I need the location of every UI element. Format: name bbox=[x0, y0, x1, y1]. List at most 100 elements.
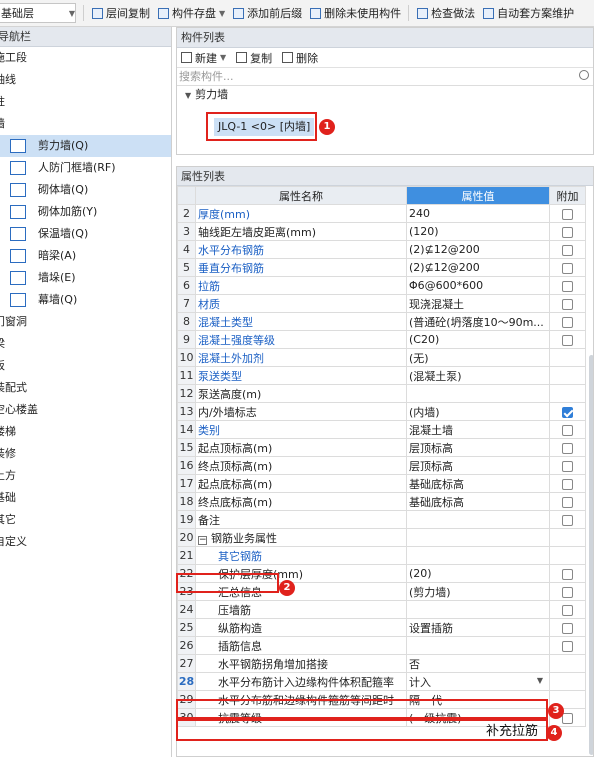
nav-item[interactable]: 其它 bbox=[0, 509, 171, 531]
property-name[interactable]: 垂直分布钢筋 bbox=[195, 258, 407, 277]
property-value[interactable] bbox=[406, 510, 550, 529]
auto-scheme-button[interactable]: 自动套方案维护 bbox=[483, 5, 574, 21]
property-value[interactable]: 现浇混凝土 bbox=[406, 294, 550, 313]
property-value[interactable]: 设置插筋 bbox=[406, 618, 550, 637]
nav-item[interactable]: 保温墙(Q) bbox=[0, 223, 171, 245]
property-value[interactable]: (混凝土泵) bbox=[406, 366, 550, 385]
floor-select[interactable]: 基础层 ▼ bbox=[0, 3, 76, 23]
extra-checkbox[interactable] bbox=[562, 478, 573, 490]
nav-item[interactable]: 人防门框墙(RF) bbox=[0, 157, 171, 179]
check-method-button[interactable]: 检查做法 bbox=[417, 5, 475, 21]
nav-item[interactable]: 空心楼盖 bbox=[0, 399, 171, 421]
extra-checkbox[interactable] bbox=[562, 442, 573, 454]
nav-item[interactable]: 柱 bbox=[0, 91, 171, 113]
property-value[interactable]: (120) bbox=[406, 222, 550, 241]
property-name[interactable]: 泵送类型 bbox=[195, 366, 407, 385]
nav-item[interactable]: 剪力墙(Q) bbox=[0, 135, 171, 157]
property-row[interactable]: 16 终点顶标高(m) 层顶标高 bbox=[177, 456, 586, 475]
property-value[interactable]: 基础底标高 bbox=[406, 474, 550, 493]
extra-checkbox[interactable] bbox=[562, 244, 573, 256]
delete-component-button[interactable]: 删除 bbox=[282, 50, 318, 66]
extra-checkbox[interactable] bbox=[562, 640, 573, 652]
new-component-button[interactable]: 新建 ▼ bbox=[181, 50, 226, 66]
property-name[interactable]: 混凝土类型 bbox=[195, 312, 407, 331]
extra-checkbox[interactable] bbox=[562, 424, 573, 436]
property-row[interactable]: 6 拉筋 Φ6@600*600 bbox=[177, 276, 586, 295]
nav-item[interactable]: 楼梯 bbox=[0, 421, 171, 443]
property-value[interactable]: 基础底标高 bbox=[406, 492, 550, 511]
nav-item[interactable]: 施工段 bbox=[0, 47, 171, 69]
nav-item[interactable]: 暗梁(A) bbox=[0, 245, 171, 267]
extra-checkbox[interactable] bbox=[562, 298, 573, 310]
extra-checkbox[interactable] bbox=[562, 604, 573, 616]
property-row[interactable]: 25 纵筋构造 设置插筋 bbox=[177, 618, 586, 637]
copy-between-floors-button[interactable]: 层间复制 bbox=[92, 5, 150, 21]
property-value[interactable]: (剪力墙) bbox=[406, 582, 550, 601]
property-value[interactable]: (内墙) bbox=[406, 402, 550, 421]
property-value[interactable]: (2)⊈12@200 bbox=[406, 258, 550, 277]
extra-checkbox[interactable] bbox=[562, 334, 573, 346]
property-row[interactable]: 4 水平分布钢筋 (2)⊈12@200 bbox=[177, 240, 586, 259]
property-value[interactable] bbox=[406, 528, 550, 547]
extra-checkbox[interactable] bbox=[562, 406, 573, 418]
extra-checkbox[interactable] bbox=[562, 280, 573, 292]
nav-item[interactable]: 砌体墙(Q) bbox=[0, 179, 171, 201]
property-value[interactable]: (20) bbox=[406, 564, 550, 583]
nav-item[interactable]: 装修 bbox=[0, 443, 171, 465]
extra-checkbox[interactable] bbox=[562, 262, 573, 274]
property-name[interactable]: 拉筋 bbox=[195, 276, 407, 295]
property-value[interactable] bbox=[406, 600, 550, 619]
property-value[interactable]: (无) bbox=[406, 348, 550, 367]
property-row[interactable]: 10 混凝土外加剂 (无) bbox=[177, 348, 586, 367]
property-name[interactable]: 混凝土强度等级 bbox=[195, 330, 407, 349]
property-row[interactable]: 19 备注 bbox=[177, 510, 586, 529]
property-row[interactable]: 27 水平钢筋拐角增加搭接 否 bbox=[177, 654, 586, 673]
nav-item[interactable]: 自定义 bbox=[0, 531, 171, 553]
property-row[interactable]: 2 厚度(mm) 240 bbox=[177, 204, 586, 223]
property-row[interactable]: 12 泵送高度(m) bbox=[177, 384, 586, 403]
extra-checkbox[interactable] bbox=[562, 622, 573, 634]
property-value[interactable]: 否 bbox=[406, 654, 550, 673]
chevron-down-icon[interactable]: ▼ bbox=[537, 676, 543, 685]
nav-item[interactable]: 基础 bbox=[0, 487, 171, 509]
property-row[interactable]: 9 混凝土强度等级 (C20) bbox=[177, 330, 586, 349]
property-name[interactable]: 水平分布钢筋 bbox=[195, 240, 407, 259]
copy-component-button[interactable]: 复制 bbox=[236, 50, 272, 66]
property-row[interactable]: 18 终点底标高(m) 基础底标高 bbox=[177, 492, 586, 511]
property-value[interactable] bbox=[406, 636, 550, 655]
property-value[interactable]: 混凝土墙 bbox=[406, 420, 550, 439]
property-value[interactable]: 层顶标高 bbox=[406, 438, 550, 457]
property-value[interactable]: (2)⊈12@200 bbox=[406, 240, 550, 259]
property-value[interactable]: Φ6@600*600 bbox=[406, 276, 550, 295]
nav-item[interactable]: 墙 bbox=[0, 113, 171, 135]
extra-checkbox[interactable] bbox=[562, 712, 573, 724]
vertical-scrollbar[interactable] bbox=[589, 355, 593, 755]
property-value[interactable]: (普通砼(坍落度10～90m... bbox=[406, 312, 550, 331]
delete-unused-button[interactable]: 删除未使用构件 bbox=[310, 5, 401, 21]
extra-checkbox[interactable] bbox=[562, 316, 573, 328]
property-name[interactable]: 厚度(mm) bbox=[195, 204, 407, 223]
extra-checkbox[interactable] bbox=[562, 226, 573, 238]
property-row[interactable]: 5 垂直分布钢筋 (2)⊈12@200 bbox=[177, 258, 586, 277]
nav-item[interactable]: 幕墙(Q) bbox=[0, 289, 171, 311]
add-affix-button[interactable]: 添加前后缀 bbox=[233, 5, 302, 21]
property-row[interactable]: 15 起点顶标高(m) 层顶标高 bbox=[177, 438, 586, 457]
property-row[interactable]: 11 泵送类型 (混凝土泵) bbox=[177, 366, 586, 385]
extra-checkbox[interactable] bbox=[562, 586, 573, 598]
extra-checkbox[interactable] bbox=[562, 208, 573, 220]
nav-item[interactable]: 轴线 bbox=[0, 69, 171, 91]
property-row[interactable]: 17 起点底标高(m) 基础底标高 bbox=[177, 474, 586, 493]
property-value[interactable]: 计入 ▼ bbox=[406, 672, 550, 691]
property-value[interactable] bbox=[406, 546, 550, 565]
tree-group-shear-wall[interactable]: ▼ 剪力墙 bbox=[177, 86, 593, 104]
extra-checkbox[interactable] bbox=[562, 460, 573, 472]
property-value[interactable]: 层顶标高 bbox=[406, 456, 550, 475]
property-value[interactable]: 240 bbox=[406, 204, 550, 223]
nav-item[interactable]: 墙垛(E) bbox=[0, 267, 171, 289]
nav-item[interactable]: 梁 bbox=[0, 333, 171, 355]
property-row[interactable]: 7 材质 现浇混凝土 bbox=[177, 294, 586, 313]
extra-checkbox[interactable] bbox=[562, 514, 573, 526]
property-name[interactable]: 其它钢筋 bbox=[195, 546, 407, 565]
property-value[interactable] bbox=[406, 384, 550, 403]
property-row[interactable]: 24 压墙筋 bbox=[177, 600, 586, 619]
